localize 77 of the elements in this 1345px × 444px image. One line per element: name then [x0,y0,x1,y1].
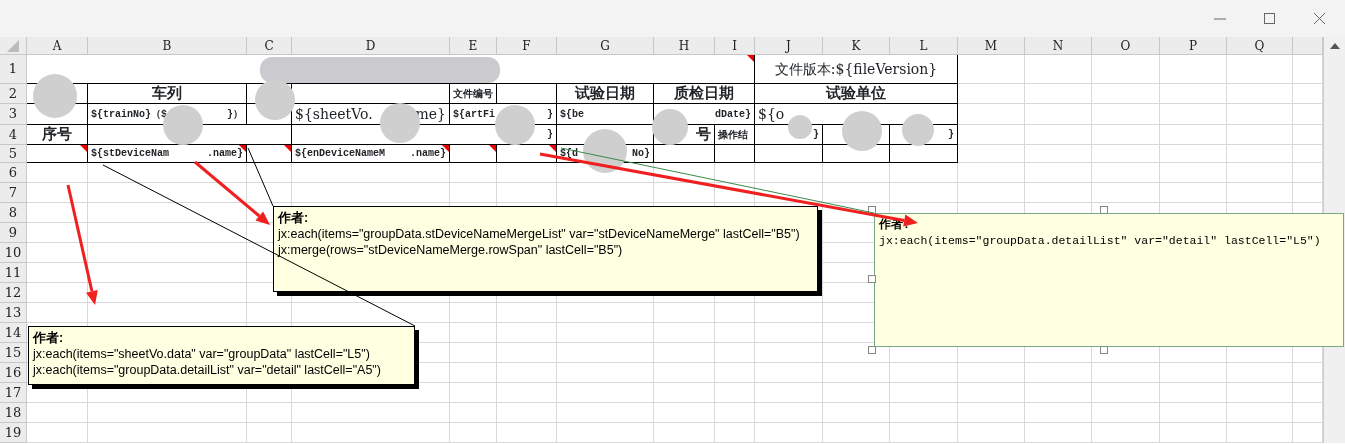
table-cell[interactable]: 文件版本:${fileVersion} [755,55,958,84]
column-header[interactable]: H [654,37,715,55]
row-header[interactable]: 6 [0,163,27,183]
column-header[interactable]: M [958,37,1025,55]
selection-handle[interactable] [1100,346,1108,354]
column-header[interactable]: A [27,37,88,55]
row-header[interactable]: 13 [0,303,27,323]
table-cell[interactable] [715,145,755,163]
blur-overlay [788,115,812,139]
blur-overlay [583,129,627,173]
row-header[interactable]: 19 [0,423,27,443]
column-header[interactable] [1293,37,1323,55]
column-header[interactable]: Q [1227,37,1293,55]
comment-text: jx:each(items="sheetVo.data" var="groupData" lastCell="L5") [33,346,370,362]
row-header[interactable]: 3 [0,104,27,125]
column-header[interactable]: G [557,37,654,55]
column-header[interactable]: C [247,37,292,55]
row-header[interactable]: 18 [0,403,27,423]
blur-overlay [652,109,688,145]
maximize-icon [1263,11,1277,26]
table-cell[interactable]: 文件编号 [450,84,497,104]
column-header[interactable]: E [450,37,497,55]
table-cell[interactable] [755,145,823,163]
comment-text: jx:each(items="groupData.detailList" var="detail" lastCell="L5") [879,233,1321,249]
column-header[interactable]: F [497,37,557,55]
table-cell[interactable] [27,145,88,163]
comment-author: 作者: [278,210,309,226]
column-header[interactable]: D [292,37,450,55]
row-header[interactable]: 7 [0,183,27,203]
row-header[interactable]: 16 [0,363,27,383]
row-header[interactable]: 5 [0,145,27,163]
blur-overlay [842,111,882,151]
blur-overlay [33,74,77,118]
row-header[interactable]: 4 [0,125,27,145]
comment-text: jx:each(items="groupData.stDeviceNameMergeList" var="stDeviceNameMerge" lastCell="B5") [278,226,800,242]
comment-text: jx:each(items="groupData.detailList" var="detail" lastCell="A5") [33,362,381,378]
column-header[interactable]: N [1025,37,1092,55]
row-header[interactable]: 15 [0,343,27,363]
column-header[interactable]: B [88,37,247,55]
select-all-icon[interactable] [7,39,19,52]
selection-handle[interactable] [868,206,876,214]
column-header[interactable]: L [890,37,958,55]
table-cell[interactable]: 车列 [88,84,247,104]
minimize-icon [1213,17,1227,20]
table-cell[interactable] [450,145,497,163]
column-header[interactable]: I [715,37,755,55]
row-header[interactable]: 17 [0,383,27,403]
row-header[interactable]: 9 [0,223,27,243]
scroll-up-icon[interactable] [1329,43,1340,49]
table-cell[interactable] [654,145,715,163]
comment-author: 作者: [33,330,64,346]
table-cell[interactable] [247,145,292,163]
column-header[interactable]: O [1092,37,1160,55]
selection-handle[interactable] [868,346,876,354]
row-header[interactable]: 11 [0,263,27,283]
table-cell[interactable]: 试验日期 [557,84,654,104]
blur-overlay [163,105,203,145]
row-header[interactable]: 14 [0,323,27,343]
row-header[interactable]: 12 [0,283,27,303]
column-header[interactable]: K [823,37,890,55]
blur-overlay [495,105,535,145]
selection-handle[interactable] [1100,206,1108,214]
row-header[interactable]: 1 [0,55,27,84]
table-cell[interactable] [497,84,557,104]
selection-handle[interactable] [868,275,876,283]
column-header[interactable]: J [755,37,823,55]
close-icon [1313,11,1327,26]
row-header[interactable]: 8 [0,203,27,223]
table-cell[interactable]: 质检日期 [654,84,755,104]
table-cell[interactable]: 操作结 [715,125,755,145]
table-cell[interactable]: 试验单位 [755,84,958,104]
column-header[interactable]: P [1160,37,1227,55]
row-header[interactable]: 10 [0,243,27,263]
blur-overlay [902,114,934,146]
comment-text: jx:merge(rows="stDeviceNameMerge.rowSpan" lastCell="B5") [278,242,623,258]
row-header[interactable]: 2 [0,84,27,104]
table-cell[interactable]: 序号 [27,125,88,145]
